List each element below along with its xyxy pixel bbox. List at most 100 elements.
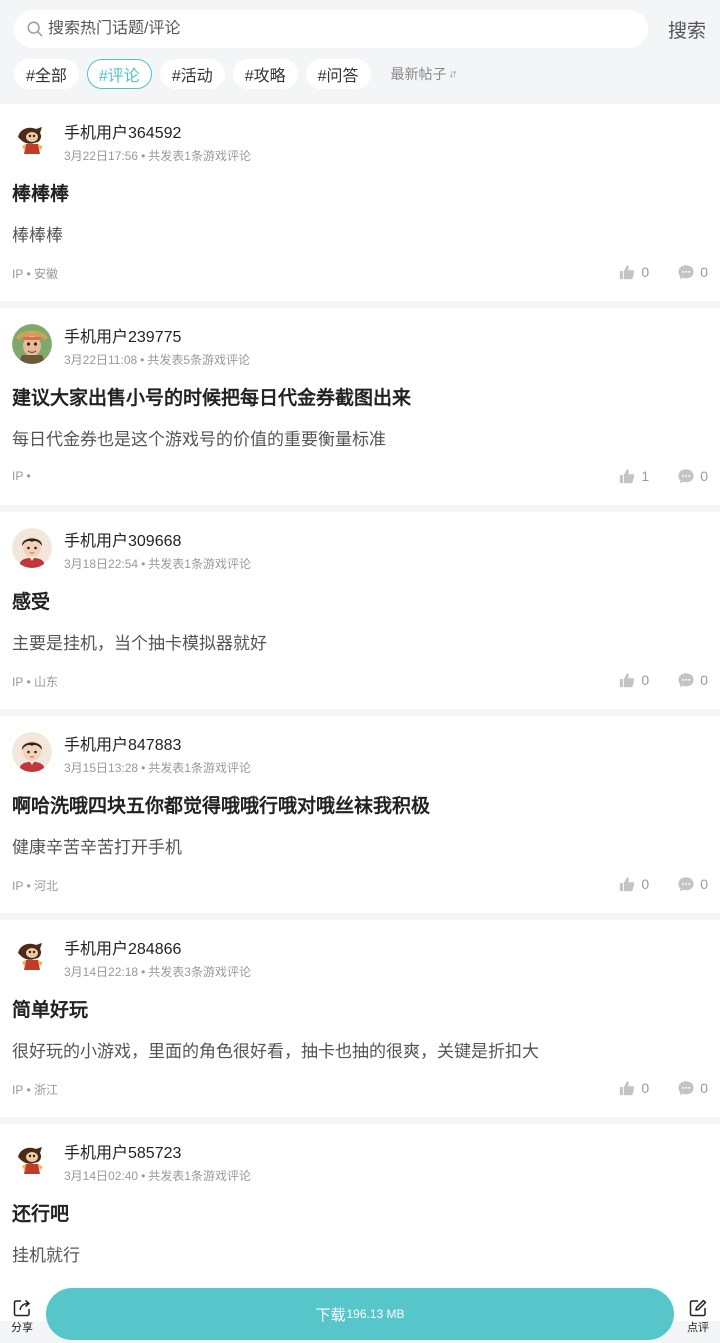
like-count: 0 (641, 264, 650, 280)
comment-count: 0 (700, 876, 708, 892)
search-input[interactable] (48, 20, 648, 38)
comment-button[interactable]: 0 (677, 1079, 708, 1097)
post-actions: 10 (618, 467, 708, 485)
post-date: 3月18日22:54 (64, 557, 139, 571)
avatar[interactable] (12, 324, 52, 364)
ip-region: 安徽 (34, 267, 59, 281)
edit-icon (689, 1299, 707, 1316)
avatar[interactable] (12, 732, 52, 772)
share-button[interactable]: 分享 (0, 1292, 44, 1335)
ip-label: IP (12, 267, 24, 281)
avatar[interactable] (12, 528, 52, 568)
post-date: 3月14日22:18 (64, 965, 139, 979)
username[interactable]: 手机用户847883 (64, 731, 181, 755)
post-title[interactable]: 还行吧 (12, 1199, 69, 1226)
sort-label: 最新帖子 (390, 66, 447, 82)
tab-events[interactable]: #活动 (159, 59, 225, 89)
post-title[interactable]: 感受 (12, 587, 50, 614)
username[interactable]: 手机用户309668 (64, 527, 181, 551)
search-icon (27, 21, 43, 37)
post-stats: 共发表1条游戏评论 (148, 557, 251, 571)
tab-guides[interactable]: #攻略 (232, 59, 298, 89)
comment-icon (678, 673, 694, 688)
thumbs-up-icon (620, 265, 635, 280)
like-button[interactable]: 0 (618, 875, 649, 893)
post-body[interactable]: 健康辛苦辛苦打开手机 (12, 833, 182, 858)
post-card[interactable]: 手机用户284866 3月14日22:18 • 共发表3条游戏评论简单好玩很好玩的小游… (0, 920, 720, 1117)
thumbs-up-icon (620, 673, 635, 688)
separator-dot: • (141, 761, 146, 775)
tab-qa[interactable]: #问答 (305, 59, 371, 89)
ip-label: IP (12, 879, 24, 893)
search-button[interactable]: 搜索 (648, 16, 706, 43)
username[interactable]: 手机用户364592 (64, 119, 181, 143)
like-button[interactable]: 0 (618, 671, 649, 689)
post-stats: 共发表5条游戏评论 (147, 353, 251, 367)
post-body[interactable]: 主要是挂机，当个抽卡模拟器就好 (12, 629, 267, 654)
comment-icon (678, 265, 694, 280)
post-card[interactable]: 手机用户239775 3月22日11:08 • 共发表5条游戏评论 建议大家出售小号的时… (0, 308, 720, 505)
ip-location: IP • 河北 (12, 877, 58, 894)
username[interactable]: 手机用户239775 (64, 323, 181, 347)
comment-button[interactable]: 0 (677, 875, 708, 893)
review-button[interactable]: 点评 (676, 1292, 720, 1335)
post-title[interactable]: 建议大家出售小号的时候把每日代金券截图出来 (12, 383, 411, 410)
separator-dot: • (141, 1169, 146, 1183)
post-title[interactable]: 棒棒棒 (12, 179, 69, 206)
post-card[interactable]: 手机用户309668 3月18日22:54 • 共发表1条游戏评论 感受 主要是挂机，当个… (0, 512, 720, 709)
like-count: 0 (641, 876, 650, 892)
avatar[interactable] (12, 1140, 52, 1180)
post-meta: 3月15日13:28 • 共发表1条游戏评论 (64, 759, 251, 776)
post-body[interactable]: 挂机就行 (12, 1241, 80, 1266)
ip-region: 山东 (34, 675, 59, 689)
sort-dropdown[interactable]: 最新帖子 ↓↑ (390, 64, 458, 84)
post-card[interactable]: 手机用户847883 3月15日13:28 • 共发表1条游戏评论啊哈洗哦四块五你都觉… (0, 716, 720, 913)
thumbs-up-icon (620, 1081, 635, 1096)
post-actions: 00 (618, 875, 708, 893)
ip-location: IP • 浙江 (12, 1081, 58, 1098)
post-title[interactable]: 啊哈洗哦四块五你都觉得哦哦行哦对哦丝袜我积极 (12, 791, 430, 818)
like-button[interactable]: 0 (618, 1079, 649, 1097)
comment-count: 0 (700, 1080, 708, 1096)
comment-button[interactable]: 0 (677, 671, 708, 689)
ip-location: IP • 安徽 (12, 265, 58, 282)
comment-button[interactable]: 0 (677, 467, 708, 485)
search-row: 搜索 (14, 10, 706, 48)
separator-dot: • (140, 353, 145, 367)
post-card[interactable]: 手机用户364592 3月22日17:56 • 共发表1条游戏评论 棒棒棒 棒棒棒 IP •… (0, 104, 720, 301)
like-button[interactable]: 1 (618, 467, 649, 485)
top-bar: 搜索 #全部 #评论 #活动 #攻略 #问答 最新帖子 ↓↑ (0, 0, 720, 104)
bottom-bar: 分享 下载 196.13 MB 点评 (0, 1283, 720, 1343)
share-icon (13, 1299, 31, 1316)
separator-dot: • (23, 675, 34, 689)
post-body[interactable]: 每日代金券也是这个游戏号的价值的重要衡量标准 (12, 425, 386, 450)
avatar[interactable] (12, 936, 52, 976)
separator-dot: • (23, 1083, 34, 1097)
comment-button[interactable]: 0 (677, 263, 708, 281)
post-title[interactable]: 简单好玩 (12, 995, 88, 1022)
ip-region: 浙江 (34, 1083, 59, 1097)
post-date: 3月14日02:40 (64, 1169, 139, 1183)
post-body[interactable]: 很好玩的小游戏，里面的角色很好看，抽卡也抽的很爽，关键是折扣大 (12, 1037, 539, 1062)
like-button[interactable]: 0 (618, 263, 649, 281)
comment-count: 0 (700, 468, 708, 484)
post-meta: 3月18日22:54 • 共发表1条游戏评论 (64, 555, 251, 572)
ip-label: IP (12, 1083, 24, 1097)
username[interactable]: 手机用户284866 (64, 935, 181, 959)
username[interactable]: 手机用户585723 (64, 1139, 181, 1163)
tab-comments[interactable]: #评论 (86, 59, 152, 89)
ip-region: 河北 (34, 879, 59, 893)
like-count: 0 (641, 672, 650, 688)
tab-all[interactable]: #全部 (14, 59, 79, 89)
post-date: 3月22日17:56 (64, 149, 139, 163)
post-meta: 3月14日22:18 • 共发表3条游戏评论 (64, 963, 251, 980)
avatar[interactable] (12, 120, 52, 160)
comment-count: 0 (700, 672, 708, 688)
download-button[interactable]: 下载 196.13 MB (46, 1288, 674, 1340)
post-body[interactable]: 棒棒棒 (12, 221, 63, 246)
search-box[interactable] (14, 10, 648, 48)
post-stats: 共发表1条游戏评论 (148, 761, 251, 775)
post-actions: 00 (618, 1079, 708, 1097)
like-count: 0 (641, 1080, 650, 1096)
comment-icon (678, 877, 694, 892)
